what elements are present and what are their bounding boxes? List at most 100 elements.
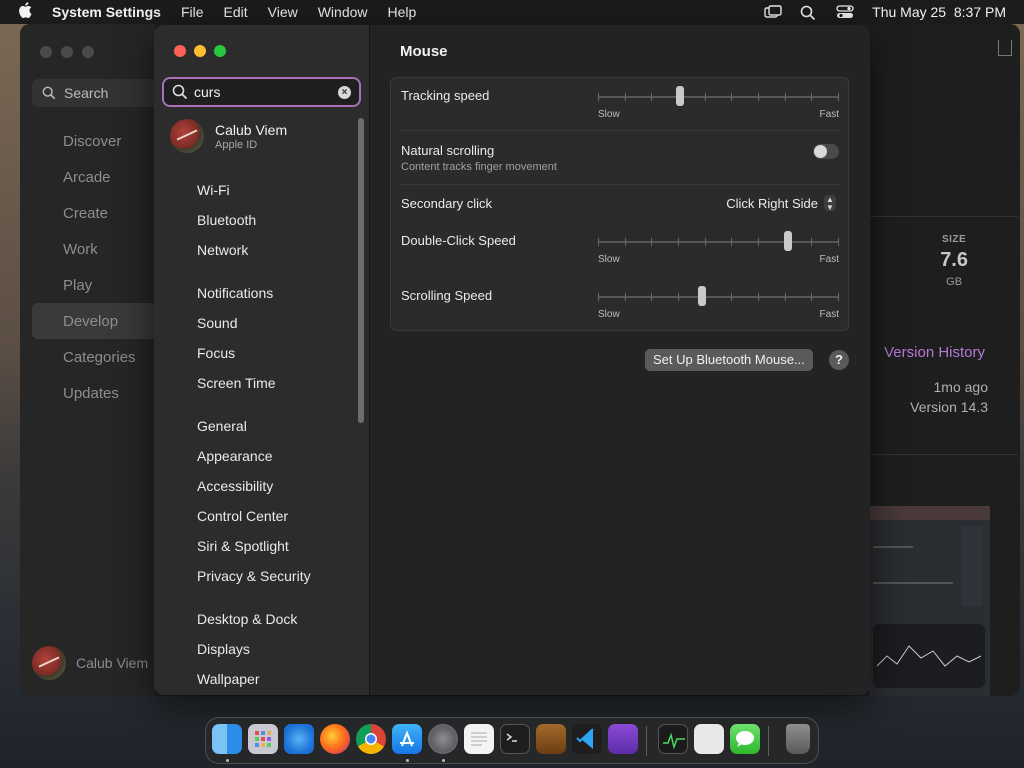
slider-track (598, 296, 839, 298)
dock (205, 717, 819, 764)
slider-tick (651, 293, 652, 301)
spotlight-search-icon[interactable] (800, 5, 818, 21)
safari-icon[interactable] (284, 724, 314, 754)
account-subtitle: Apple ID (215, 138, 258, 151)
slider-tick (785, 93, 786, 101)
sidebar-item-siri-spotlight[interactable]: Siri & Spotlight (197, 538, 289, 554)
slider-knob[interactable] (676, 86, 684, 106)
share-icon[interactable] (998, 40, 1012, 56)
vscode-icon[interactable] (572, 724, 602, 754)
slider-min-label: Slow (598, 254, 620, 265)
zoom-window-button[interactable] (214, 45, 226, 57)
background-nav-updates[interactable]: Updates (63, 385, 119, 402)
firefox-icon[interactable] (320, 724, 350, 754)
background-nav-arcade[interactable]: Arcade (63, 169, 111, 186)
launchpad-icon[interactable] (248, 724, 278, 754)
clear-search-icon[interactable]: × (338, 86, 351, 99)
launchpad-grid-graphic (255, 731, 271, 747)
apple-id-account[interactable]: Calub Viem Apple ID (170, 119, 287, 153)
sidebar-item-accessibility[interactable]: Accessibility (197, 478, 273, 494)
running-indicator (442, 759, 445, 762)
natural-scrolling-label: Natural scrolling (401, 143, 495, 158)
slider-knob[interactable] (784, 231, 792, 251)
minimize-window-button[interactable] (194, 45, 206, 57)
settings-search-input[interactable] (194, 84, 334, 100)
menubar-clock[interactable]: Thu May 25 8:37 PM (872, 4, 1006, 20)
trash-icon[interactable] (786, 724, 810, 754)
size-unit: GB (946, 276, 963, 288)
background-size-info: SIZE 7.6 GB (940, 234, 968, 288)
menu-edit[interactable]: Edit (224, 4, 248, 20)
sidebar-item-control-center[interactable]: Control Center (197, 508, 288, 524)
finder-icon[interactable] (212, 724, 242, 754)
close-window-button[interactable] (174, 45, 186, 57)
slider-tick (651, 238, 652, 246)
sidebar-item-wifi[interactable]: Wi-Fi (197, 182, 230, 198)
script-editor-icon[interactable] (694, 724, 724, 754)
sidebar-item-appearance[interactable]: Appearance (197, 448, 273, 464)
slider-tick (785, 293, 786, 301)
sidebar-item-screen-time[interactable]: Screen Time (197, 375, 276, 391)
menu-file[interactable]: File (181, 4, 204, 20)
sidebar-item-desktop-dock[interactable]: Desktop & Dock (197, 611, 297, 627)
menu-help[interactable]: Help (388, 4, 417, 20)
slider-tick (651, 93, 652, 101)
activity-graph-graphic (663, 732, 685, 750)
natural-scrolling-toggle[interactable] (813, 144, 839, 159)
settings-sidebar: × Calub Viem Apple ID Wi-Fi Bluetooth Ne… (154, 25, 369, 695)
sidebar-item-general[interactable]: General (197, 418, 247, 434)
slider-max-label: Fast (819, 309, 839, 320)
apple-menu-icon[interactable] (18, 2, 36, 22)
background-nav-play[interactable]: Play (63, 277, 92, 294)
sidebar-item-focus[interactable]: Focus (197, 345, 235, 361)
tracking-speed-slider[interactable]: Slow Fast (598, 82, 839, 122)
system-settings-icon[interactable] (428, 724, 458, 754)
app-screenshot-preview[interactable] (869, 506, 990, 696)
background-nav-work[interactable]: Work (63, 241, 98, 258)
version-history-link[interactable]: Version History (884, 344, 985, 361)
help-button[interactable]: ? (829, 350, 849, 370)
account-name: Calub Viem (215, 121, 288, 138)
background-nav-discover[interactable]: Discover (63, 133, 121, 150)
slider-knob[interactable] (698, 286, 706, 306)
sidebar-item-notifications[interactable]: Notifications (197, 285, 273, 301)
slider-tick (758, 93, 759, 101)
setup-bluetooth-mouse-button[interactable]: Set Up Bluetooth Mouse... (645, 349, 813, 371)
app-name-menu[interactable]: System Settings (52, 4, 161, 20)
scrolling-speed-slider[interactable]: Slow Fast (598, 282, 839, 322)
natural-scrolling-description: Content tracks finger movement (401, 161, 557, 173)
garageband-icon[interactable] (536, 724, 566, 754)
app-store-icon[interactable] (392, 724, 422, 754)
mouse-settings-pane: Mouse Tracking speed Slow Fast Natural s… (370, 25, 870, 695)
sidebar-scrollbar[interactable] (358, 118, 364, 423)
sidebar-item-sound[interactable]: Sound (197, 315, 237, 331)
background-nav-categories[interactable]: Categories (63, 349, 136, 366)
activity-monitor-icon[interactable] (658, 724, 688, 754)
visual-studio-icon[interactable] (608, 724, 638, 754)
secondary-click-popup[interactable]: Click Right Side ▲ ▼ (726, 195, 836, 212)
background-traffic-lights (40, 46, 94, 58)
textedit-icon[interactable] (464, 724, 494, 754)
sidebar-item-privacy-security[interactable]: Privacy & Security (197, 568, 311, 584)
double-click-speed-slider[interactable]: Slow Fast (598, 227, 839, 267)
sidebar-item-network[interactable]: Network (197, 242, 248, 258)
sidebar-item-displays[interactable]: Displays (197, 641, 250, 657)
terminal-icon[interactable] (500, 724, 530, 754)
background-search-field[interactable]: Search (32, 79, 157, 107)
background-nav-develop[interactable]: Develop (63, 313, 118, 330)
sidebar-item-bluetooth[interactable]: Bluetooth (197, 212, 256, 228)
tracking-speed-label: Tracking speed (401, 88, 490, 103)
sidebar-item-wallpaper[interactable]: Wallpaper (197, 671, 260, 687)
chrome-icon[interactable] (356, 724, 386, 754)
control-center-icon[interactable] (836, 5, 854, 19)
screen-mirroring-icon[interactable] (764, 5, 782, 19)
slider-min-label: Slow (598, 309, 620, 320)
menu-window[interactable]: Window (318, 4, 368, 20)
background-nav-create[interactable]: Create (63, 205, 108, 222)
app-store-glyph (400, 730, 414, 747)
settings-search-field[interactable]: × (162, 77, 361, 107)
row-separator (401, 130, 840, 131)
background-account[interactable]: Calub Viem (32, 646, 148, 680)
messages-icon[interactable] (730, 724, 760, 754)
menu-view[interactable]: View (268, 4, 298, 20)
